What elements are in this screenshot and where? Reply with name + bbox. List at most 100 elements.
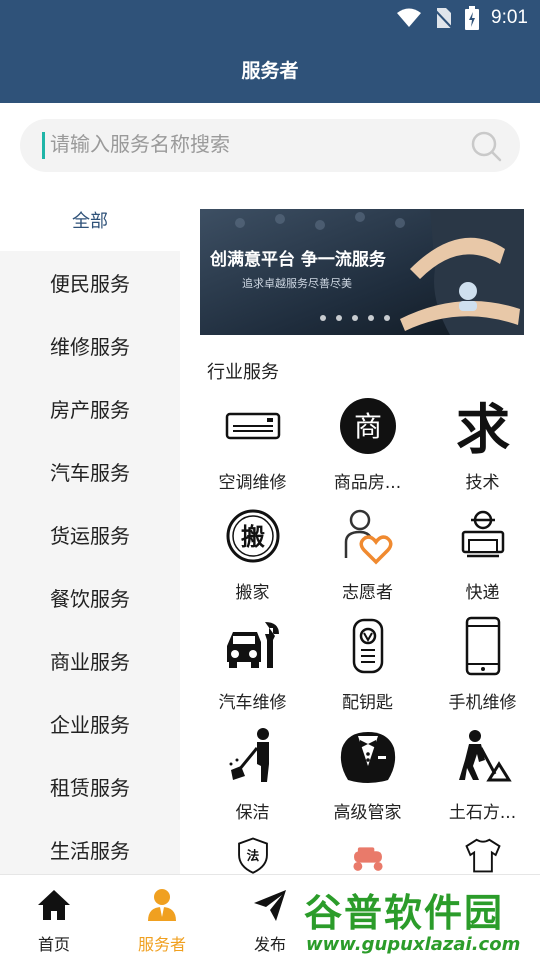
service-tshirt[interactable] <box>425 830 540 874</box>
title-bar: 服务者 <box>0 36 540 103</box>
sidebar-item-label: 企业服务 <box>50 713 130 737</box>
service-label: 高级管家 <box>333 803 402 823</box>
service-label: 快递 <box>465 583 500 603</box>
digging-worker-icon <box>458 730 512 782</box>
tshirt-icon <box>464 838 501 873</box>
service-butler[interactable]: 高级管家 <box>310 720 425 830</box>
shang-badge-icon: 商 <box>339 398 396 454</box>
sidebar-item-label: 货运服务 <box>50 524 130 548</box>
service-technology[interactable]: 求 技术 <box>425 390 540 500</box>
svg-text:法: 法 <box>246 848 259 863</box>
carousel-dot[interactable] <box>368 315 374 321</box>
qiu-character-icon: 求 <box>456 397 510 456</box>
text-caret <box>42 132 45 159</box>
tab-service-provider[interactable]: 服务者 <box>108 875 216 961</box>
service-car-repair[interactable]: 汽车维修 <box>195 610 310 720</box>
service-earthwork[interactable]: 土石方... <box>425 720 540 830</box>
service-key-copy[interactable]: 配钥匙 <box>310 610 425 720</box>
sidebar-item-convenience[interactable]: 便民服务 <box>0 251 180 314</box>
butler-tuxedo-icon <box>340 732 395 783</box>
watermark: 谷普软件园 www.gupuxlazai.com <box>296 876 540 960</box>
ban-stamp-icon: 搬 <box>226 509 279 563</box>
watermark-text: 谷普软件园 <box>304 891 505 935</box>
service-label: 空调维修 <box>218 473 287 493</box>
service-label: 手机维修 <box>448 693 517 713</box>
sidebar-item-label: 便民服务 <box>50 272 130 296</box>
svg-text:商: 商 <box>353 410 381 443</box>
service-label: 商品房... <box>333 473 402 493</box>
car-wrench-icon <box>226 622 279 668</box>
user-icon <box>148 889 176 921</box>
tab-label: 发布 <box>253 935 286 954</box>
scooter-icon <box>352 847 383 871</box>
category-sidebar: 全部 便民服务 维修服务 房产服务 汽车服务 货运服务 餐饮服务 商业服务 企业… <box>0 188 180 874</box>
carousel-dot[interactable] <box>320 315 326 321</box>
sidebar-item-car[interactable]: 汽车服务 <box>0 440 180 503</box>
sidebar-item-life[interactable]: 生活服务 <box>0 818 180 874</box>
tab-home[interactable]: 首页 <box>0 875 108 961</box>
svg-text:求: 求 <box>456 397 510 456</box>
sidebar-item-catering[interactable]: 餐饮服务 <box>0 566 180 629</box>
promo-banner[interactable]: 创满意平台 争一流服务 追求卓越服务尽善尽美 <box>200 209 524 335</box>
service-label: 土石方... <box>448 803 517 823</box>
volunteer-heart-icon <box>344 509 392 565</box>
wifi-icon <box>397 8 422 27</box>
carousel-dot[interactable] <box>336 315 342 321</box>
sidebar-item-label: 生活服务 <box>50 839 130 863</box>
service-air-conditioner[interactable]: 空调维修 <box>195 390 310 500</box>
status-time: 9:01 <box>491 7 528 28</box>
sidebar-item-freight[interactable]: 货运服务 <box>0 503 180 566</box>
sidebar-item-rental[interactable]: 租赁服务 <box>0 755 180 818</box>
carousel-dots <box>320 315 390 321</box>
sidebar-item-label: 商业服务 <box>50 650 130 674</box>
sidebar-item-label: 餐饮服务 <box>50 587 130 611</box>
service-courier[interactable]: 快递 <box>425 500 540 610</box>
service-volunteer[interactable]: 志愿者 <box>310 500 425 610</box>
car-key-icon <box>352 618 383 674</box>
sidebar-item-label: 全部 <box>72 210 108 232</box>
tab-label: 服务者 <box>137 935 186 954</box>
service-cleaning[interactable]: 保洁 <box>195 720 310 830</box>
banner-subtitle: 追求卓越服务尽善尽美 <box>242 277 352 290</box>
sidebar-item-label: 房产服务 <box>50 398 130 422</box>
sidebar-item-all[interactable]: 全部 <box>0 188 180 251</box>
service-commercial-housing[interactable]: 商 商品房... <box>310 390 425 500</box>
service-legal[interactable]: 法 <box>195 830 310 874</box>
service-label: 保洁 <box>235 803 270 823</box>
air-conditioner-icon <box>225 412 280 440</box>
banner-title: 创满意平台 争一流服务 <box>210 250 386 270</box>
sidebar-item-label: 维修服务 <box>50 335 130 359</box>
mobile-phone-icon <box>465 616 500 676</box>
service-label: 配钥匙 <box>342 693 393 713</box>
svg-text:搬: 搬 <box>241 523 265 551</box>
service-scooter[interactable] <box>310 830 425 874</box>
tab-label: 首页 <box>37 935 70 954</box>
service-phone-repair[interactable]: 手机维修 <box>425 610 540 720</box>
page-title: 服务者 <box>241 60 299 82</box>
courier-icon <box>461 510 504 558</box>
sidebar-item-label: 汽车服务 <box>50 461 130 485</box>
service-label: 技术 <box>465 473 500 493</box>
service-label: 汽车维修 <box>218 693 287 713</box>
search-bar[interactable] <box>20 119 520 172</box>
status-bar: 9:01 <box>0 0 540 36</box>
watermark-url: www.gupuxlazai.com <box>306 934 521 955</box>
service-label: 搬家 <box>235 583 270 603</box>
section-title: 行业服务 <box>207 362 279 383</box>
search-input[interactable] <box>50 119 450 172</box>
sidebar-item-repair[interactable]: 维修服务 <box>0 314 180 377</box>
sidebar-item-real-estate[interactable]: 房产服务 <box>0 377 180 440</box>
home-icon <box>38 890 70 920</box>
carousel-dot[interactable] <box>352 315 358 321</box>
sidebar-item-enterprise[interactable]: 企业服务 <box>0 692 180 755</box>
paper-plane-icon <box>254 890 286 921</box>
service-moving[interactable]: 搬 搬家 <box>195 500 310 610</box>
status-icons: 9:01 <box>397 6 528 30</box>
service-label: 志愿者 <box>342 583 393 603</box>
sidebar-item-business[interactable]: 商业服务 <box>0 629 180 692</box>
battery-icon <box>465 6 480 30</box>
sidebar-item-label: 租赁服务 <box>50 776 130 800</box>
search-icon[interactable] <box>470 130 502 162</box>
carousel-dot[interactable] <box>384 315 390 321</box>
no-sim-icon <box>433 8 453 29</box>
